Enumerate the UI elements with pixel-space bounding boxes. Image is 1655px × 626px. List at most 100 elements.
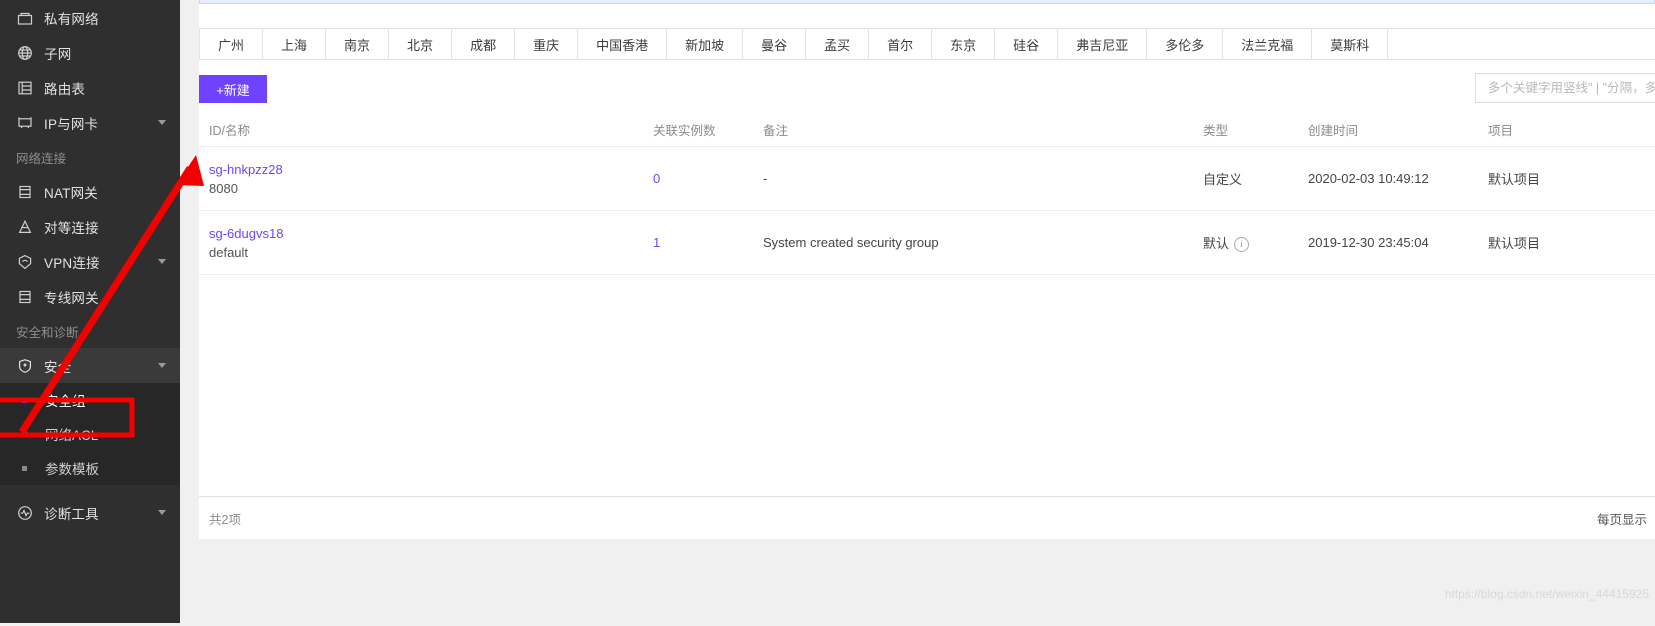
sidebar-item-route-table[interactable]: 路由表 [0,70,180,105]
region-tab[interactable]: 首尔 [869,29,933,59]
sidebar: 私有网络 子网 路由表 IP与网卡 网络连接 NAT网关 对等连接 VPN连接 … [0,0,180,623]
vpc-icon [16,9,33,26]
region-tab[interactable]: 上海 [263,29,327,59]
security-group-id-link[interactable]: sg-hnkpzz28 [209,162,645,177]
cell-project: 默认项目 [1488,236,1541,251]
region-tab[interactable]: 硅谷 [995,29,1059,59]
bullet-icon [22,397,27,403]
sidebar-item-label: 安全组 [45,394,86,409]
sidebar-item-network-acl[interactable]: 网络ACL [0,417,180,451]
nat-gateway-icon [16,183,33,200]
vpn-icon [16,253,33,270]
column-header-id-name: ID/名称 [209,123,250,138]
sidebar-item-label: NAT网关 [44,185,98,201]
sidebar-item-label: 子网 [44,46,72,62]
cell-id-name: sg-hnkpzz28 8080 [199,162,649,196]
instance-count-link[interactable]: 1 [653,235,660,250]
sidebar-item-label: 安全 [44,359,72,375]
column-header-created-time: 创建时间 [1308,123,1359,138]
sidebar-item-vpn[interactable]: VPN连接 [0,244,180,279]
column-header-type: 类型 [1203,123,1229,138]
security-group-table: ID/名称 关联实例数 备注 类型 创建时间 项目 sg-hnkpzz28 80… [199,112,1655,517]
cell-note: - [763,171,768,186]
sidebar-item-diagnostics[interactable]: 诊断工具 [0,495,180,530]
cell-note: System created security group [763,235,939,250]
diagnostics-icon [16,504,33,521]
security-group-name: 8080 [209,180,238,196]
sidebar-item-peering[interactable]: 对等连接 [0,209,180,244]
bullet-icon [22,431,27,437]
security-group-name: default [209,244,249,260]
chevron-down-icon [158,259,166,264]
search-box[interactable] [1475,73,1655,103]
sidebar-item-security-group[interactable]: 安全组 [0,383,180,417]
sidebar-item-parameter-template[interactable]: 参数模板 [0,451,180,485]
region-tab[interactable]: 广州 [200,29,264,59]
sidebar-item-security[interactable]: 安全 [0,348,180,383]
sidebar-item-label: 私有网络 [44,11,99,27]
table-row[interactable]: sg-hnkpzz28 8080 0 - 自定义 2020-02-03 10:4… [199,147,1655,211]
sidebar-item-ip-nic[interactable]: IP与网卡 [0,105,180,140]
region-tab[interactable]: 重庆 [515,29,579,59]
cell-instance-count: 0 [649,171,759,186]
cell-created-time: 2019-12-30 23:45:04 [1308,235,1429,250]
content-card: 通知：2019年12月17日后，将增加实例最多绑定安全组数、安全组绑定最多实例数… [199,0,1655,517]
sidebar-group-security: 安全和诊断 [16,325,79,340]
region-tab[interactable]: 中国香港 [578,29,668,59]
per-page-label[interactable]: 每页显示 [1597,509,1655,528]
chevron-down-icon [158,120,166,125]
direct-connect-icon [16,288,33,305]
cell-instance-count: 1 [649,235,759,250]
sidebar-item-direct-connect[interactable]: 专线网关 [0,279,180,314]
toolbar: +新建 [199,66,1655,112]
bullet-icon [22,465,27,471]
type-label: 默认 [1203,235,1230,251]
cell-type: 默认 i [1199,233,1304,253]
type-label: 自定义 [1203,172,1243,187]
region-tab[interactable]: 莫斯科 [1312,29,1389,59]
sidebar-item-label: 专线网关 [44,290,99,306]
cell-type: 自定义 [1199,169,1304,188]
region-tab[interactable]: 多伦多 [1147,29,1224,59]
table-row[interactable]: sg-6dugvs18 default 1 System created sec… [199,211,1655,275]
notice-banner: 通知：2019年12月17日后，将增加实例最多绑定安全组数、安全组绑定最多实例数… [199,0,1655,4]
app-root: 私有网络 子网 路由表 IP与网卡 网络连接 NAT网关 对等连接 VPN连接 … [0,0,1655,623]
cell-created-time: 2020-02-03 10:49:12 [1308,171,1429,186]
security-group-id-link[interactable]: sg-6dugvs18 [209,226,645,241]
region-tab-bar: 广州 上海 南京 北京 成都 重庆 中国香港 新加坡 曼谷 孟买 首尔 东京 硅… [199,28,1655,60]
table-header-row: ID/名称 关联实例数 备注 类型 创建时间 项目 [199,112,1655,147]
sidebar-item-label: 参数模板 [45,462,99,477]
cell-project: 默认项目 [1488,172,1541,187]
region-tab[interactable]: 弗吉尼亚 [1058,29,1148,59]
create-button[interactable]: +新建 [199,75,267,103]
region-tab[interactable]: 法兰克福 [1223,29,1313,59]
info-icon[interactable]: i [1234,237,1250,253]
chevron-down-icon [158,363,166,368]
peering-icon [16,218,33,235]
region-tab[interactable]: 曼谷 [743,29,807,59]
sidebar-item-label: 对等连接 [44,220,99,236]
region-tab[interactable]: 北京 [389,29,453,59]
table-footer: 共2项 每页显示 [199,496,1655,539]
sidebar-item-subnet[interactable]: 子网 [0,35,180,70]
sidebar-group-network: 网络连接 [16,151,67,166]
region-tab[interactable]: 东京 [932,29,996,59]
sidebar-item-vpc[interactable]: 私有网络 [0,0,180,35]
region-tab[interactable]: 成都 [452,29,516,59]
sidebar-item-nat-gateway[interactable]: NAT网关 [0,174,180,209]
region-tab[interactable]: 南京 [326,29,390,59]
cell-id-name: sg-6dugvs18 default [199,226,649,260]
watermark-text: https://blog.csdn.net/weixin_44415925 [1444,587,1649,601]
search-input[interactable] [1486,80,1655,96]
instance-count-link[interactable]: 0 [653,171,660,186]
route-table-icon [16,79,33,96]
column-header-note: 备注 [763,123,789,138]
region-tab[interactable]: 孟买 [806,29,870,59]
sidebar-item-label: IP与网卡 [44,116,99,132]
column-header-instance-count: 关联实例数 [653,123,716,138]
sidebar-item-label: 诊断工具 [44,506,99,522]
column-header-project: 项目 [1488,123,1514,138]
chevron-down-icon [158,510,166,515]
region-tab[interactable]: 新加坡 [667,29,744,59]
globe-icon [16,44,33,61]
